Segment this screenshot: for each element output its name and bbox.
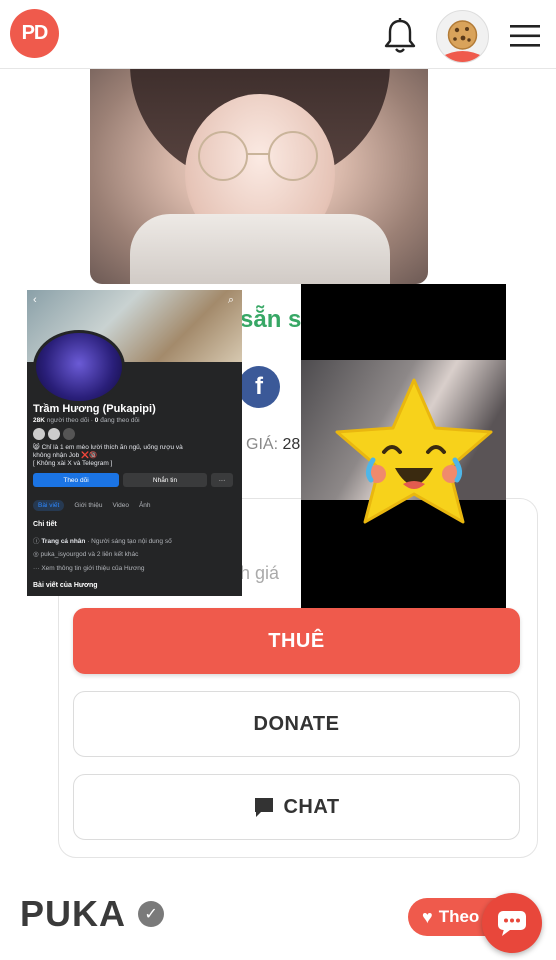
fb-posts-title: Bài viết của Hương — [33, 582, 98, 589]
fb-tab-photos: Ảnh — [138, 502, 151, 509]
top-header: PD — [0, 0, 556, 69]
fb-tabs: Bài viết Giới thiệu Video Ảnh — [33, 500, 151, 511]
follow-label: Theo — [438, 907, 480, 926]
rating-text: h giá — [240, 563, 280, 583]
fb-details-title: Chi tiết — [33, 521, 57, 528]
facebook-icon[interactable]: f — [238, 366, 280, 408]
user-avatar[interactable] — [436, 10, 489, 63]
hamburger-menu-icon[interactable] — [510, 24, 540, 48]
fb-tab-about: Giới thiệu — [74, 502, 103, 509]
partial-status-text: sẵn s — [240, 306, 302, 333]
laughing-star-emoji — [335, 378, 493, 524]
chat-bubble-icon — [255, 798, 274, 817]
fb-detail-page: ⓘ Trang cá nhân · Người sáng tạo nội dun… — [33, 538, 172, 545]
donate-button[interactable]: DONATE — [73, 691, 520, 757]
chat-bubble-icon — [498, 911, 526, 936]
profile-photo — [90, 64, 428, 284]
cookie-icon — [441, 20, 484, 62]
fb-button-row: Theo dõi Nhắn tin ··· — [33, 473, 233, 487]
fb-more-button: ··· — [211, 473, 233, 487]
chat-button[interactable]: CHAT — [73, 774, 520, 840]
video-screenshot — [301, 284, 506, 608]
fb-profile-name: Trầm Hương (Pukapipi) — [33, 403, 156, 415]
fb-bio: 😸 Chỉ là 1 em mèo lười thích ăn ngủ, uốn… — [33, 444, 183, 467]
fb-tab-posts: Bài viết — [33, 500, 65, 511]
fb-message-button: Nhắn tin — [123, 473, 207, 487]
logo-text: PD — [21, 22, 49, 44]
fb-back-icon: ‹ — [33, 294, 37, 306]
verified-badge-icon: ✓ — [138, 901, 165, 927]
profile-title-row: PUKA ✓ — [20, 893, 165, 935]
glasses-shape — [198, 131, 318, 181]
price-label: GIÁ: — [246, 436, 279, 453]
fb-search-icon: ⌕ — [227, 294, 234, 306]
heart-icon: ♥ — [422, 906, 433, 927]
fb-follow-stats: 28K người theo dõi · 0 đang theo dõi — [33, 417, 140, 424]
price-line: GIÁ: 28 — [246, 436, 300, 454]
bell-icon[interactable] — [382, 17, 418, 55]
fb-detail-about: ··· Xem thông tin giới thiệu của Hương — [33, 565, 145, 572]
fb-tab-video: Video — [112, 502, 129, 509]
fb-friend-avatars — [33, 428, 75, 440]
fb-avatar — [33, 330, 125, 404]
fb-detail-links: ◎ puka_isyourgod và 2 liên kết khác — [33, 551, 139, 558]
price-value: 28 — [282, 436, 301, 453]
rent-button[interactable]: THUÊ — [73, 608, 520, 674]
fb-follow-button: Theo dõi — [33, 473, 119, 487]
chat-fab-button[interactable] — [482, 893, 542, 953]
site-logo[interactable]: PD — [10, 9, 59, 58]
profile-username: PUKA — [20, 893, 127, 934]
facebook-profile-screenshot: ‹ ⌕ Trầm Hương (Pukapipi) 28K người theo… — [27, 290, 242, 596]
